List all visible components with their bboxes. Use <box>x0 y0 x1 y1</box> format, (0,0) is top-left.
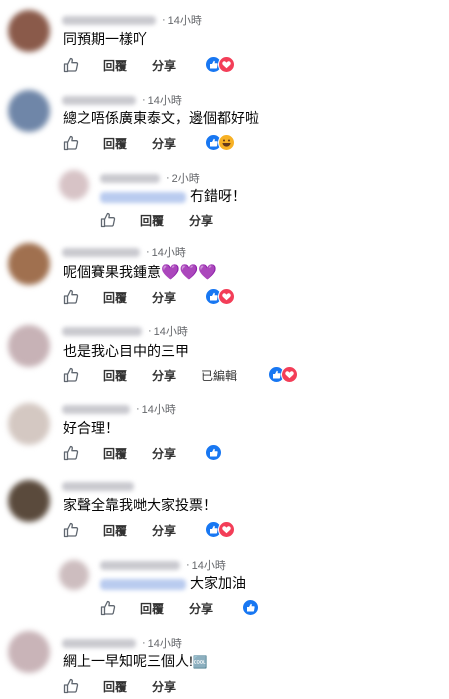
commenter-name[interactable] <box>62 326 142 336</box>
comment-time[interactable]: 14小時 <box>148 92 182 108</box>
comment-time[interactable]: 14小時 <box>168 12 202 28</box>
share-button[interactable]: 分享 <box>152 445 176 462</box>
comment: · 14小時 呢個賽果我鍾意💜💜💜 回覆 分享 <box>0 235 449 315</box>
like-icon[interactable] <box>63 135 79 151</box>
share-button[interactable]: 分享 <box>152 522 176 539</box>
comment-text: 大家加油 <box>100 573 246 593</box>
like-icon[interactable] <box>63 445 79 461</box>
reply-comment: · 14小時 大家加油 回覆 分享 <box>0 548 449 623</box>
love-reaction-icon <box>218 521 235 538</box>
comment-text: 同預期一樣吖 <box>63 31 147 47</box>
reply-button[interactable]: 回覆 <box>140 212 164 229</box>
reply-button[interactable]: 回覆 <box>103 522 127 539</box>
avatar[interactable] <box>59 170 89 200</box>
like-icon[interactable] <box>100 212 116 228</box>
reaction-summary[interactable] <box>268 366 298 383</box>
share-button[interactable]: 分享 <box>152 289 176 306</box>
like-icon[interactable] <box>63 367 79 383</box>
comment-text: 也是我心目中的三甲 <box>63 343 189 359</box>
like-icon[interactable] <box>63 678 79 694</box>
haha-reaction-icon <box>218 134 235 151</box>
reply-button[interactable]: 回覆 <box>103 445 127 462</box>
share-button[interactable]: 分享 <box>152 678 176 695</box>
reply-button[interactable]: 回覆 <box>103 135 127 152</box>
reaction-summary[interactable] <box>205 134 235 151</box>
comment-time[interactable]: 14小時 <box>154 323 188 339</box>
like-reaction-icon <box>205 444 222 461</box>
comment-text: 好合理！ <box>63 420 119 436</box>
reaction-summary[interactable] <box>242 599 259 616</box>
comment: · 14小時 網上一早知呢三個人!🆒 回覆 分享 <box>0 623 449 694</box>
comment: · 14小時 同預期一樣吖 回覆 分享 <box>0 0 449 80</box>
avatar[interactable] <box>8 10 50 52</box>
comment-time[interactable]: 2小時 <box>172 170 200 186</box>
reply-button[interactable]: 回覆 <box>103 57 127 74</box>
love-reaction-icon <box>281 366 298 383</box>
love-reaction-icon <box>218 288 235 305</box>
comment-text: 冇錯呀！ <box>100 186 246 206</box>
edited-label[interactable]: 已編輯 <box>201 367 237 384</box>
reaction-summary[interactable] <box>205 56 235 73</box>
reply-button[interactable]: 回覆 <box>103 367 127 384</box>
like-reaction-icon <box>242 599 259 616</box>
avatar[interactable] <box>8 90 50 132</box>
reply-comment: · 2小時 冇錯呀！ 回覆 分享 <box>0 160 449 235</box>
like-icon[interactable] <box>63 289 79 305</box>
reply-button[interactable]: 回覆 <box>103 678 127 695</box>
comment-time[interactable]: 14小時 <box>192 557 226 573</box>
share-button[interactable]: 分享 <box>152 57 176 74</box>
avatar[interactable] <box>8 631 50 673</box>
reply-button[interactable]: 回覆 <box>103 289 127 306</box>
love-reaction-icon <box>218 56 235 73</box>
like-icon[interactable] <box>63 522 79 538</box>
comment: 家聲全靠我哋大家投票！ 回覆 分享 <box>0 470 449 548</box>
cool-emoji: 🆒 <box>192 655 208 669</box>
avatar[interactable] <box>8 325 50 367</box>
avatar[interactable] <box>8 403 50 445</box>
commenter-name[interactable] <box>62 247 140 257</box>
reaction-summary[interactable] <box>205 521 235 538</box>
purple-heart-emoji: 💜💜💜 <box>161 264 218 281</box>
commenter-name[interactable] <box>62 404 130 414</box>
reaction-summary[interactable] <box>205 288 235 305</box>
commenter-name[interactable] <box>62 481 134 491</box>
share-button[interactable]: 分享 <box>189 212 213 229</box>
comment-text: 網上一早知呢三個人!🆒 <box>63 653 208 669</box>
comment: · 14小時 也是我心目中的三甲 回覆 分享 已編輯 <box>0 315 449 393</box>
comment-text: 呢個賽果我鍾意💜💜💜 <box>63 264 218 281</box>
share-button[interactable]: 分享 <box>152 367 176 384</box>
avatar[interactable] <box>8 480 50 522</box>
reply-button[interactable]: 回覆 <box>140 600 164 617</box>
mentioned-user[interactable] <box>100 578 186 590</box>
commenter-name[interactable] <box>100 173 160 183</box>
commenter-name[interactable] <box>100 560 180 570</box>
avatar[interactable] <box>8 243 50 285</box>
commenter-name[interactable] <box>62 15 156 25</box>
comment-time[interactable]: 14小時 <box>142 401 176 417</box>
avatar[interactable] <box>59 560 89 590</box>
like-icon[interactable] <box>100 600 116 616</box>
like-icon[interactable] <box>63 57 79 73</box>
mentioned-user[interactable] <box>100 191 186 203</box>
comment-time[interactable]: 14小時 <box>148 635 182 651</box>
comment: · 14小時 好合理！ 回覆 分享 <box>0 393 449 470</box>
comment: · 14小時 總之唔係廣東泰文，邊個都好啦 回覆 分享 <box>0 80 449 160</box>
comment-time[interactable]: 14小時 <box>152 244 186 260</box>
commenter-name[interactable] <box>62 638 136 648</box>
comment-text: 家聲全靠我哋大家投票！ <box>63 497 217 513</box>
comment-text: 總之唔係廣東泰文，邊個都好啦 <box>63 110 259 126</box>
commenter-name[interactable] <box>62 95 136 105</box>
share-button[interactable]: 分享 <box>152 135 176 152</box>
share-button[interactable]: 分享 <box>189 600 213 617</box>
reaction-summary[interactable] <box>205 444 222 461</box>
